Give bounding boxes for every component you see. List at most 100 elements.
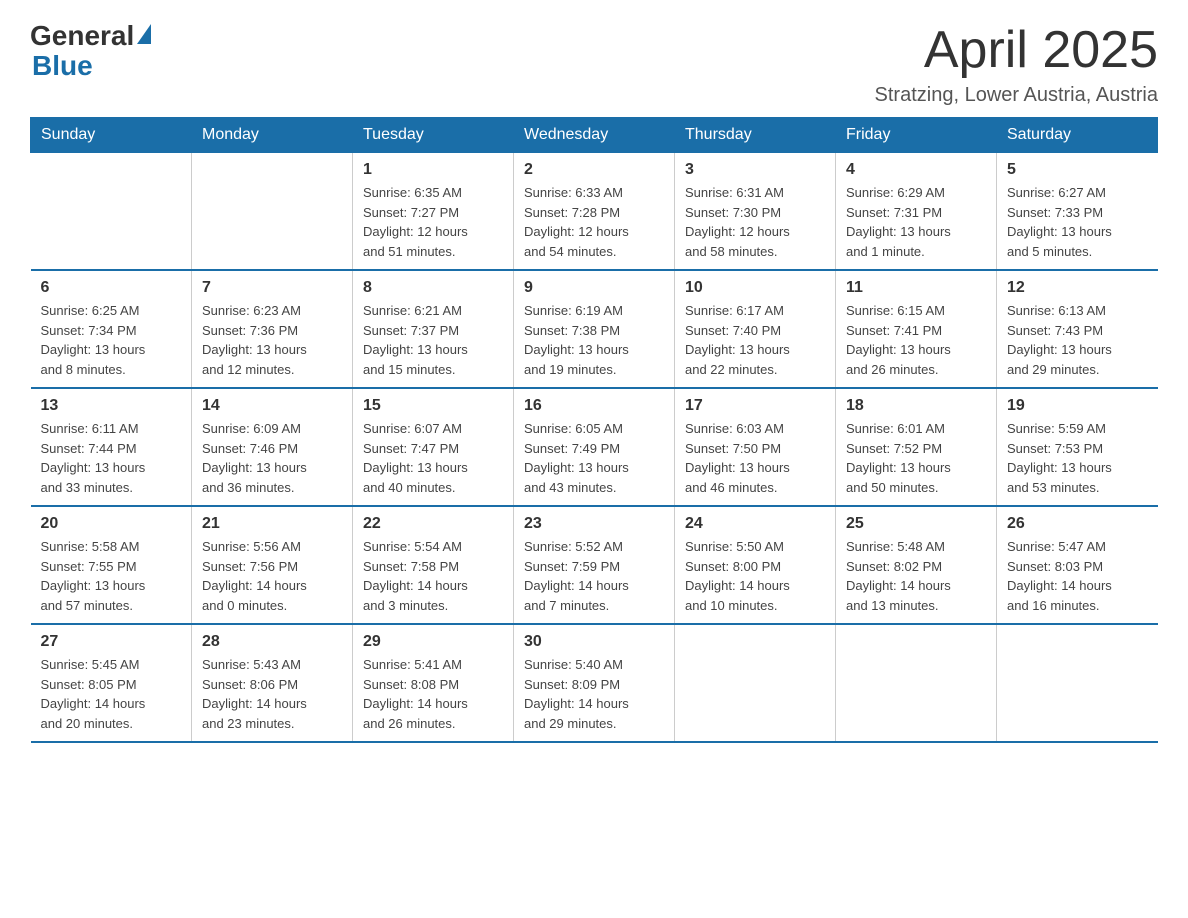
day-number: 19: [1007, 397, 1148, 415]
table-row: 29 Sunrise: 5:41 AM Sunset: 8:08 PM Dayli…: [353, 624, 514, 742]
day-info: Sunrise: 6:07 AM Sunset: 7:47 PM Dayligh…: [363, 419, 503, 497]
table-row: 3 Sunrise: 6:31 AM Sunset: 7:30 PM Daylig…: [675, 153, 836, 271]
header-monday: Monday: [192, 118, 353, 153]
day-number: 29: [363, 633, 503, 651]
day-number: 11: [846, 279, 986, 297]
day-info: Sunrise: 6:31 AM Sunset: 7:30 PM Dayligh…: [685, 183, 825, 261]
table-row: 30 Sunrise: 5:40 AM Sunset: 8:09 PM Dayli…: [514, 624, 675, 742]
calendar-week-row: 13Sunrise: 6:11 AM Sunset: 7:44 PM Dayli…: [31, 388, 1158, 506]
table-row: 2Sunrise: 6:33 AM Sunset: 7:28 PM Daylig…: [514, 153, 675, 271]
table-row: 1 Sunrise: 6:35 AM Sunset: 7:27 PM Daylig…: [353, 153, 514, 271]
day-number: 14: [202, 397, 342, 415]
table-row: 17 Sunrise: 6:03 AM Sunset: 7:50 PM Dayli…: [675, 388, 836, 506]
table-row: 6 Sunrise: 6:25 AM Sunset: 7:34 PM Daylig…: [31, 270, 192, 388]
day-info: Sunrise: 5:47 AM Sunset: 8:03 PM Dayligh…: [1007, 537, 1148, 615]
table-row: 10 Sunrise: 6:17 AM Sunset: 7:40 PM Dayli…: [675, 270, 836, 388]
day-info: Sunrise: 5:58 AM Sunset: 7:55 PM Dayligh…: [41, 537, 182, 615]
day-number: 16: [524, 397, 664, 415]
header-sunday: Sunday: [31, 118, 192, 153]
day-info: Sunrise: 6:17 AM Sunset: 7:40 PM Dayligh…: [685, 301, 825, 379]
day-number: 2: [524, 161, 664, 179]
table-row: 27 Sunrise: 5:45 AM Sunset: 8:05 PM Dayli…: [31, 624, 192, 742]
calendar-week-row: 1 Sunrise: 6:35 AM Sunset: 7:27 PM Daylig…: [31, 153, 1158, 271]
day-info: Sunrise: 6:15 AM Sunset: 7:41 PM Dayligh…: [846, 301, 986, 379]
table-row: 24 Sunrise: 5:50 AM Sunset: 8:00 PM Dayli…: [675, 506, 836, 624]
day-number: 23: [524, 515, 664, 533]
day-number: 6: [41, 279, 182, 297]
day-info: Sunrise: 6:21 AM Sunset: 7:37 PM Dayligh…: [363, 301, 503, 379]
day-number: 22: [363, 515, 503, 533]
calendar-week-row: 6 Sunrise: 6:25 AM Sunset: 7:34 PM Daylig…: [31, 270, 1158, 388]
day-info: Sunrise: 6:29 AM Sunset: 7:31 PM Dayligh…: [846, 183, 986, 261]
calendar-table: Sunday Monday Tuesday Wednesday Thursday…: [30, 117, 1158, 743]
table-row: 5 Sunrise: 6:27 AM Sunset: 7:33 PM Daylig…: [997, 153, 1158, 271]
day-info: Sunrise: 5:43 AM Sunset: 8:06 PM Dayligh…: [202, 655, 342, 733]
day-number: 18: [846, 397, 986, 415]
table-row: [836, 624, 997, 742]
day-number: 17: [685, 397, 825, 415]
table-row: 7Sunrise: 6:23 AM Sunset: 7:36 PM Daylig…: [192, 270, 353, 388]
table-row: [675, 624, 836, 742]
day-number: 8: [363, 279, 503, 297]
day-info: Sunrise: 5:40 AM Sunset: 8:09 PM Dayligh…: [524, 655, 664, 733]
logo-triangle-icon: [137, 24, 151, 44]
day-number: 7: [202, 279, 342, 297]
day-info: Sunrise: 5:45 AM Sunset: 8:05 PM Dayligh…: [41, 655, 182, 733]
day-info: Sunrise: 6:03 AM Sunset: 7:50 PM Dayligh…: [685, 419, 825, 497]
header-thursday: Thursday: [675, 118, 836, 153]
day-number: 27: [41, 633, 182, 651]
day-info: Sunrise: 5:50 AM Sunset: 8:00 PM Dayligh…: [685, 537, 825, 615]
table-row: 22 Sunrise: 5:54 AM Sunset: 7:58 PM Dayli…: [353, 506, 514, 624]
table-row: 16 Sunrise: 6:05 AM Sunset: 7:49 PM Dayli…: [514, 388, 675, 506]
day-info: Sunrise: 6:19 AM Sunset: 7:38 PM Dayligh…: [524, 301, 664, 379]
day-info: Sunrise: 6:09 AM Sunset: 7:46 PM Dayligh…: [202, 419, 342, 497]
day-info: Sunrise: 5:54 AM Sunset: 7:58 PM Dayligh…: [363, 537, 503, 615]
day-info: Sunrise: 6:05 AM Sunset: 7:49 PM Dayligh…: [524, 419, 664, 497]
day-info: Sunrise: 5:56 AM Sunset: 7:56 PM Dayligh…: [202, 537, 342, 615]
day-number: 24: [685, 515, 825, 533]
calendar-header-row: Sunday Monday Tuesday Wednesday Thursday…: [31, 118, 1158, 153]
header-tuesday: Tuesday: [353, 118, 514, 153]
day-info: Sunrise: 5:52 AM Sunset: 7:59 PM Dayligh…: [524, 537, 664, 615]
day-info: Sunrise: 5:59 AM Sunset: 7:53 PM Dayligh…: [1007, 419, 1148, 497]
day-info: Sunrise: 6:35 AM Sunset: 7:27 PM Dayligh…: [363, 183, 503, 261]
day-info: Sunrise: 6:13 AM Sunset: 7:43 PM Dayligh…: [1007, 301, 1148, 379]
table-row: 25 Sunrise: 5:48 AM Sunset: 8:02 PM Dayli…: [836, 506, 997, 624]
day-info: Sunrise: 6:01 AM Sunset: 7:52 PM Dayligh…: [846, 419, 986, 497]
title-block: April 2025 Stratzing, Lower Austria, Aus…: [875, 20, 1158, 107]
day-info: Sunrise: 5:48 AM Sunset: 8:02 PM Dayligh…: [846, 537, 986, 615]
logo-general-text: General: [30, 20, 134, 52]
table-row: 23 Sunrise: 5:52 AM Sunset: 7:59 PM Dayli…: [514, 506, 675, 624]
table-row: 19 Sunrise: 5:59 AM Sunset: 7:53 PM Dayli…: [997, 388, 1158, 506]
table-row: 11 Sunrise: 6:15 AM Sunset: 7:41 PM Dayli…: [836, 270, 997, 388]
day-number: 3: [685, 161, 825, 179]
day-info: Sunrise: 5:41 AM Sunset: 8:08 PM Dayligh…: [363, 655, 503, 733]
day-number: 4: [846, 161, 986, 179]
location-subtitle: Stratzing, Lower Austria, Austria: [875, 84, 1158, 107]
table-row: 26 Sunrise: 5:47 AM Sunset: 8:03 PM Dayli…: [997, 506, 1158, 624]
day-number: 1: [363, 161, 503, 179]
calendar-week-row: 20Sunrise: 5:58 AM Sunset: 7:55 PM Dayli…: [31, 506, 1158, 624]
day-number: 12: [1007, 279, 1148, 297]
page-header: General Blue April 2025 Stratzing, Lower…: [30, 20, 1158, 107]
day-number: 28: [202, 633, 342, 651]
day-info: Sunrise: 6:27 AM Sunset: 7:33 PM Dayligh…: [1007, 183, 1148, 261]
table-row: 18 Sunrise: 6:01 AM Sunset: 7:52 PM Dayli…: [836, 388, 997, 506]
table-row: 8 Sunrise: 6:21 AM Sunset: 7:37 PM Daylig…: [353, 270, 514, 388]
day-number: 26: [1007, 515, 1148, 533]
day-number: 15: [363, 397, 503, 415]
table-row: [997, 624, 1158, 742]
table-row: 12 Sunrise: 6:13 AM Sunset: 7:43 PM Dayli…: [997, 270, 1158, 388]
table-row: 20Sunrise: 5:58 AM Sunset: 7:55 PM Dayli…: [31, 506, 192, 624]
day-number: 30: [524, 633, 664, 651]
day-info: Sunrise: 6:11 AM Sunset: 7:44 PM Dayligh…: [41, 419, 182, 497]
day-number: 25: [846, 515, 986, 533]
header-friday: Friday: [836, 118, 997, 153]
day-number: 10: [685, 279, 825, 297]
day-number: 5: [1007, 161, 1148, 179]
day-info: Sunrise: 6:25 AM Sunset: 7:34 PM Dayligh…: [41, 301, 182, 379]
day-number: 21: [202, 515, 342, 533]
day-number: 9: [524, 279, 664, 297]
table-row: 13Sunrise: 6:11 AM Sunset: 7:44 PM Dayli…: [31, 388, 192, 506]
month-year-title: April 2025: [875, 20, 1158, 80]
